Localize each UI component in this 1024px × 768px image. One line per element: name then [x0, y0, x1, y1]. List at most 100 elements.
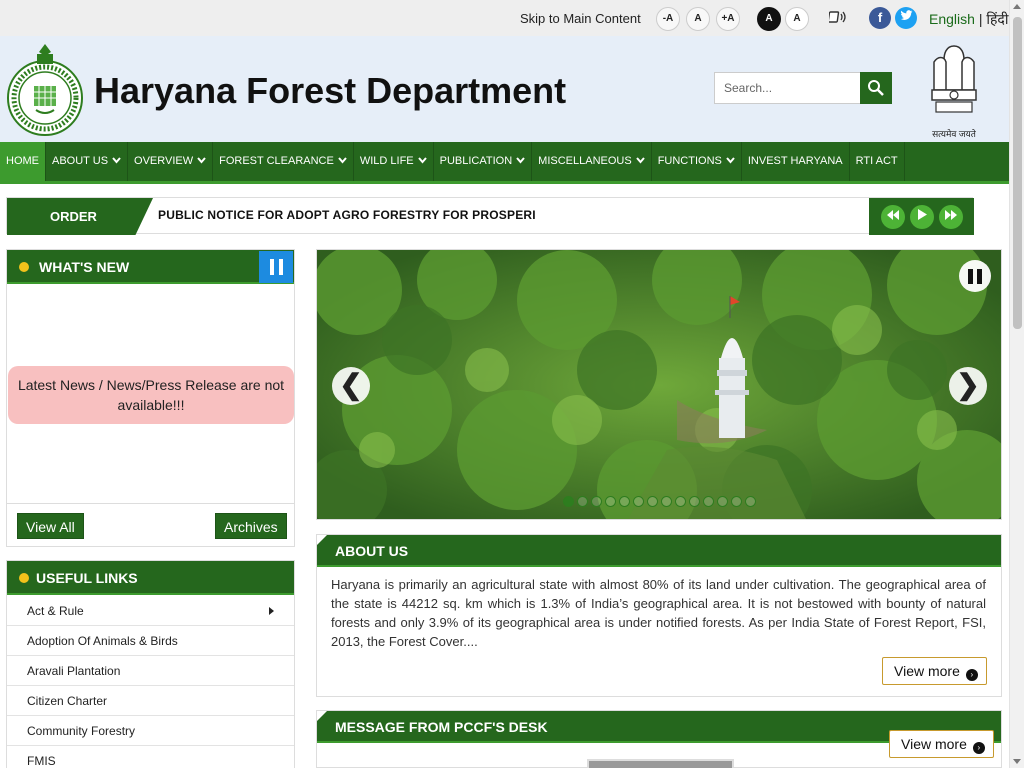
bullet-icon: [19, 573, 29, 583]
slider-dot[interactable]: [703, 496, 714, 507]
speaker-icon[interactable]: [827, 9, 849, 29]
pccf-photo: [587, 759, 734, 768]
lang-english-link[interactable]: English: [929, 11, 975, 27]
nav-item-label: FUNCTIONS: [657, 155, 722, 167]
useful-link-item[interactable]: FMIS: [7, 746, 294, 768]
useful-link-label: Adoption Of Animals & Birds: [27, 634, 178, 648]
view-all-button[interactable]: View All: [17, 513, 84, 539]
about-us-section: ABOUT US Haryana is primarily an agricul…: [316, 534, 1002, 697]
slider-dot[interactable]: [591, 496, 602, 507]
useful-link-item[interactable]: Citizen Charter: [7, 686, 294, 716]
emblem-motto: सत्यमेव जयते: [932, 129, 976, 139]
useful-link-item[interactable]: Aravali Plantation: [7, 656, 294, 686]
play-icon: [917, 208, 927, 220]
nav-item-about-us[interactable]: ABOUT US: [46, 142, 129, 181]
nav-item-label: WILD LIFE: [359, 155, 414, 167]
nav-item-home[interactable]: HOME: [0, 142, 46, 181]
view-more-label: View more: [894, 663, 960, 679]
utility-bar: Skip to Main Content -A A +A A A f Engli…: [0, 0, 1009, 36]
nav-item-label: RTI ACT: [855, 155, 898, 167]
lang-hindi-link[interactable]: हिंदी: [986, 11, 1008, 27]
useful-links-title: USEFUL LINKS: [36, 570, 138, 586]
slider-dot[interactable]: [745, 496, 756, 507]
nav-item-rti-act[interactable]: RTI ACT: [850, 142, 905, 181]
slider-dot[interactable]: [605, 496, 616, 507]
slider-next-button[interactable]: ❯: [949, 367, 987, 405]
haryana-seal-logo[interactable]: [6, 40, 84, 138]
slider-dot[interactable]: [717, 496, 728, 507]
pccf-view-more-button[interactable]: View more ›: [889, 730, 994, 758]
font-normal-button[interactable]: A: [686, 7, 710, 31]
slider-dot[interactable]: [563, 496, 574, 507]
nav-item-forest-clearance[interactable]: FOREST CLEARANCE: [213, 142, 354, 181]
slider-dot[interactable]: [633, 496, 644, 507]
about-us-text: Haryana is primarily an agricultural sta…: [331, 577, 986, 649]
nav-item-label: HOME: [6, 155, 39, 167]
main-nav: HOME ABOUT US OVERVIEW FOREST CLEARANCE WILD…: [0, 142, 1009, 184]
font-increase-button[interactable]: +A: [716, 7, 740, 31]
useful-link-label: FMIS: [27, 754, 56, 768]
slider-dot[interactable]: [689, 496, 700, 507]
chevron-down-icon: [635, 142, 645, 181]
scroll-down-arrow-icon[interactable]: [1013, 759, 1021, 764]
ticker-previous-button[interactable]: [880, 204, 905, 229]
slider-dots: [563, 496, 756, 507]
nav-item-functions[interactable]: FUNCTIONS: [652, 142, 742, 181]
pccf-message-section: MESSAGE FROM PCCF'S DESK View more ›: [316, 710, 1002, 768]
whats-new-title: WHAT'S NEW: [39, 259, 130, 275]
nav-item-publication[interactable]: PUBLICATION: [434, 142, 533, 181]
skip-to-main-link[interactable]: Skip to Main Content: [520, 11, 641, 26]
rewind-icon: [886, 209, 899, 220]
slider-dot[interactable]: [675, 496, 686, 507]
slider-dot[interactable]: [731, 496, 742, 507]
scroll-up-arrow-icon[interactable]: [1013, 4, 1021, 9]
slider-dot[interactable]: [577, 496, 588, 507]
archives-button[interactable]: Archives: [215, 513, 287, 539]
search-input[interactable]: Search...: [714, 72, 862, 104]
nav-item-miscellaneous[interactable]: MISCELLANEOUS: [532, 142, 652, 181]
facebook-icon[interactable]: f: [869, 7, 891, 29]
normal-contrast-button[interactable]: A: [785, 7, 809, 31]
ashoka-emblem-icon: [931, 45, 977, 113]
ticker-text[interactable]: PUBLIC NOTICE FOR ADOPT AGRO FORESTRY FO…: [158, 208, 536, 222]
twitter-icon[interactable]: [895, 7, 917, 29]
divider: [7, 503, 294, 504]
slider-dot[interactable]: [661, 496, 672, 507]
useful-link-item[interactable]: Adoption Of Animals & Birds: [7, 626, 294, 656]
font-decrease-button[interactable]: -A: [656, 7, 680, 31]
nav-item-label: INVEST HARYANA: [747, 155, 843, 167]
vertical-scrollbar[interactable]: [1009, 0, 1024, 768]
search-button[interactable]: [860, 72, 892, 104]
whats-new-pause-button[interactable]: [259, 251, 293, 283]
nav-item-wild-life[interactable]: WILD LIFE: [354, 142, 434, 181]
chevron-down-icon: [417, 142, 427, 181]
useful-link-item[interactable]: Community Forestry: [7, 716, 294, 746]
arrow-circle-icon: ›: [965, 669, 978, 681]
nav-item-overview[interactable]: OVERVIEW: [128, 142, 214, 181]
high-contrast-button[interactable]: A: [757, 7, 781, 31]
useful-links-panel: USEFUL LINKS Act & Rule Adoption Of Anima…: [6, 560, 295, 768]
about-view-more-button[interactable]: View more ›: [882, 657, 987, 685]
caret-right-icon: [269, 607, 274, 615]
site-header: Haryana Forest Department Search... सत्य…: [0, 36, 1009, 142]
slider-pause-button[interactable]: [959, 260, 991, 292]
view-more-label: View more: [901, 736, 967, 752]
no-news-message: Latest News / News/Press Release are not…: [8, 366, 294, 424]
scrollbar-thumb[interactable]: [1013, 17, 1022, 329]
slider-dot[interactable]: [619, 496, 630, 507]
useful-link-label: Citizen Charter: [27, 694, 108, 708]
nav-item-invest-haryana[interactable]: INVEST HARYANA: [742, 142, 850, 181]
nav-item-label: PUBLICATION: [439, 155, 513, 167]
ticker-next-button[interactable]: [938, 204, 963, 229]
useful-link-label: Aravali Plantation: [27, 664, 121, 678]
slider-dot[interactable]: [647, 496, 658, 507]
national-emblem-logo: सत्यमेव जयते: [926, 42, 982, 139]
fast-forward-icon: [944, 209, 957, 220]
image-slider: ❮ ❯: [316, 249, 1002, 520]
site-title: Haryana Forest Department: [94, 70, 567, 111]
ticker-play-button[interactable]: [909, 204, 934, 229]
useful-link-item[interactable]: Act & Rule: [7, 596, 294, 626]
slider-prev-button[interactable]: ❮: [332, 367, 370, 405]
chevron-down-icon: [112, 142, 121, 181]
chevron-down-icon: [516, 142, 525, 181]
